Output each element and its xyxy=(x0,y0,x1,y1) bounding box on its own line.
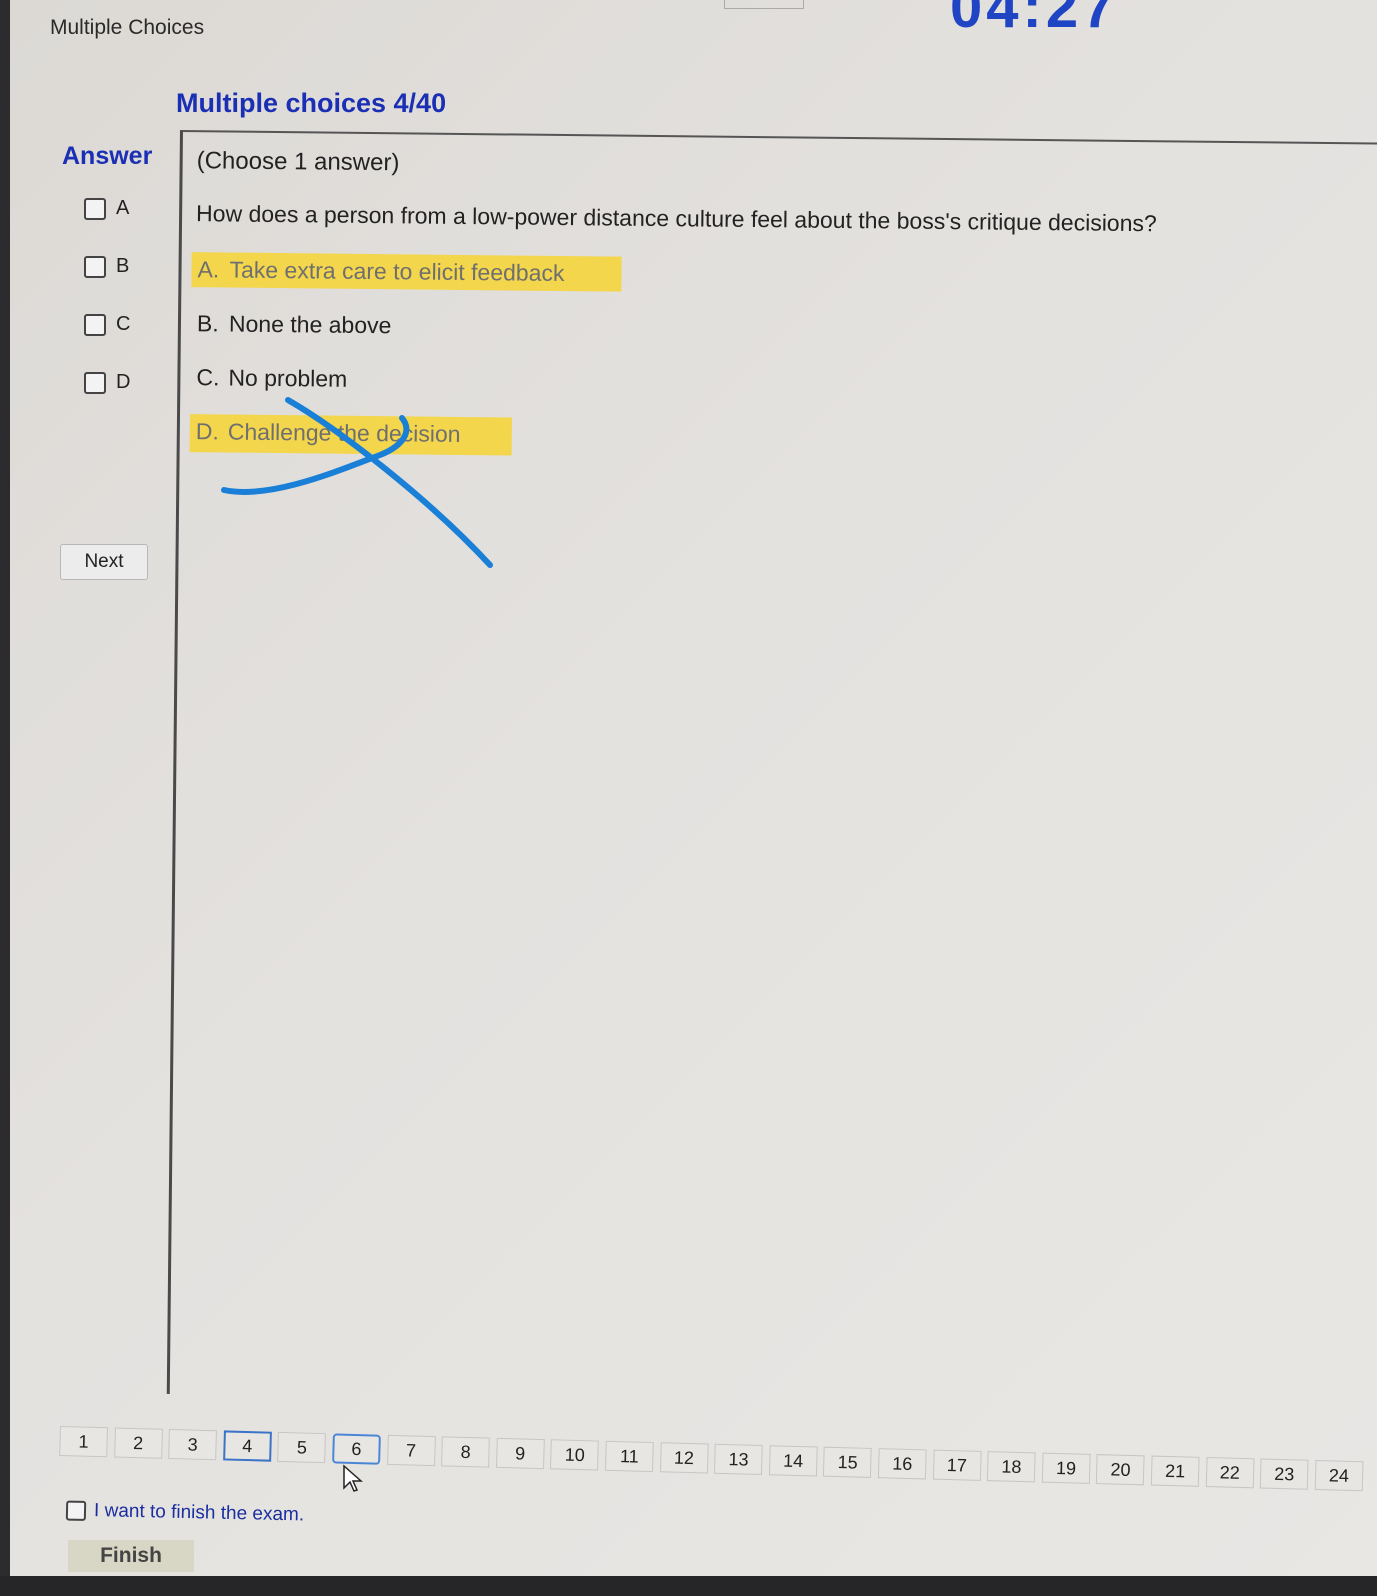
answer-option-label: C xyxy=(116,313,131,335)
finish-checkbox-box[interactable] xyxy=(65,1500,87,1521)
page-button-24[interactable]: 24 xyxy=(1314,1459,1364,1492)
answer-option-c[interactable]: C xyxy=(84,313,130,336)
page-button-12[interactable]: 12 xyxy=(659,1442,709,1474)
question-panel: (Choose 1 answer) How does a person from… xyxy=(166,130,1377,1407)
page-button-6[interactable]: 6 xyxy=(332,1433,381,1465)
next-button[interactable]: Next xyxy=(60,544,148,580)
answer-heading: Answer xyxy=(62,142,153,170)
page-button-13[interactable]: 13 xyxy=(714,1443,763,1476)
checkbox-c[interactable] xyxy=(84,313,106,336)
page-button-8[interactable]: 8 xyxy=(441,1436,491,1468)
choice-text: Challenge the decision xyxy=(227,418,461,447)
answer-option-d[interactable]: D xyxy=(84,371,130,394)
mouse-cursor-icon xyxy=(343,1464,363,1492)
countdown-timer: 04:27 xyxy=(950,0,1119,40)
monitor-bezel-left xyxy=(0,0,10,1596)
answer-option-label: B xyxy=(116,255,130,277)
page-button-7[interactable]: 7 xyxy=(386,1434,436,1467)
question-text: How does a person from a low-power dista… xyxy=(195,200,1157,237)
page-button-22[interactable]: 22 xyxy=(1205,1457,1255,1489)
choice-d: D. Challenge the decision xyxy=(189,414,513,456)
answer-option-label: A xyxy=(116,197,130,219)
page-button-19[interactable]: 19 xyxy=(1041,1452,1091,1484)
choice-b: B. None the above xyxy=(191,306,398,343)
page-button-20[interactable]: 20 xyxy=(1096,1454,1145,1486)
choice-letter: B. xyxy=(196,310,219,337)
page-button-4[interactable]: 4 xyxy=(222,1430,272,1462)
choice-a: A. Take extra care to elicit feedback xyxy=(191,252,622,292)
page-button-23[interactable]: 23 xyxy=(1259,1458,1309,1490)
page-button-5[interactable]: 5 xyxy=(277,1431,327,1464)
page-button-11[interactable]: 11 xyxy=(604,1440,654,1473)
page-button-9[interactable]: 9 xyxy=(495,1437,545,1470)
page-button-2[interactable]: 2 xyxy=(113,1427,163,1459)
question-instruction: (Choose 1 answer) xyxy=(196,147,400,177)
top-toolbar-box xyxy=(724,0,804,9)
page-button-3[interactable]: 3 xyxy=(168,1428,218,1461)
checkbox-a[interactable] xyxy=(84,197,106,220)
exam-window: Multiple Choices 04:27 Multiple choices … xyxy=(10,0,1377,1576)
choice-letter: C. xyxy=(196,364,220,391)
choice-letter: D. xyxy=(195,418,219,445)
page-button-17[interactable]: 17 xyxy=(932,1449,982,1481)
choice-letter: A. xyxy=(197,256,220,283)
page-button-1[interactable]: 1 xyxy=(59,1426,108,1458)
monitor-bezel-bottom xyxy=(0,1576,1377,1596)
choice-c: C. No problem xyxy=(190,360,353,397)
answer-option-b[interactable]: B xyxy=(84,255,129,278)
finish-button[interactable]: Finish xyxy=(68,1540,194,1572)
page-button-21[interactable]: 21 xyxy=(1150,1455,1200,1487)
window-title: Multiple Choices xyxy=(50,16,205,39)
finish-exam-checkbox[interactable]: I want to finish the exam. xyxy=(65,1500,305,1527)
page-button-15[interactable]: 15 xyxy=(823,1446,873,1478)
section-title: Multiple choices 4/40 xyxy=(176,88,447,118)
checkbox-b[interactable] xyxy=(84,255,106,278)
page-button-10[interactable]: 10 xyxy=(550,1439,600,1471)
checkbox-d[interactable] xyxy=(84,371,106,394)
choice-text: No problem xyxy=(228,364,348,392)
page-button-14[interactable]: 14 xyxy=(768,1445,818,1477)
finish-checkbox-label: I want to finish the exam. xyxy=(93,1500,305,1526)
page-button-18[interactable]: 18 xyxy=(987,1451,1036,1483)
answer-option-a[interactable]: A xyxy=(84,197,129,220)
answer-option-label: D xyxy=(116,371,131,393)
choice-text: None the above xyxy=(228,310,392,339)
page-button-16[interactable]: 16 xyxy=(877,1448,927,1480)
choice-text: Take extra care to elicit feedback xyxy=(229,256,565,287)
